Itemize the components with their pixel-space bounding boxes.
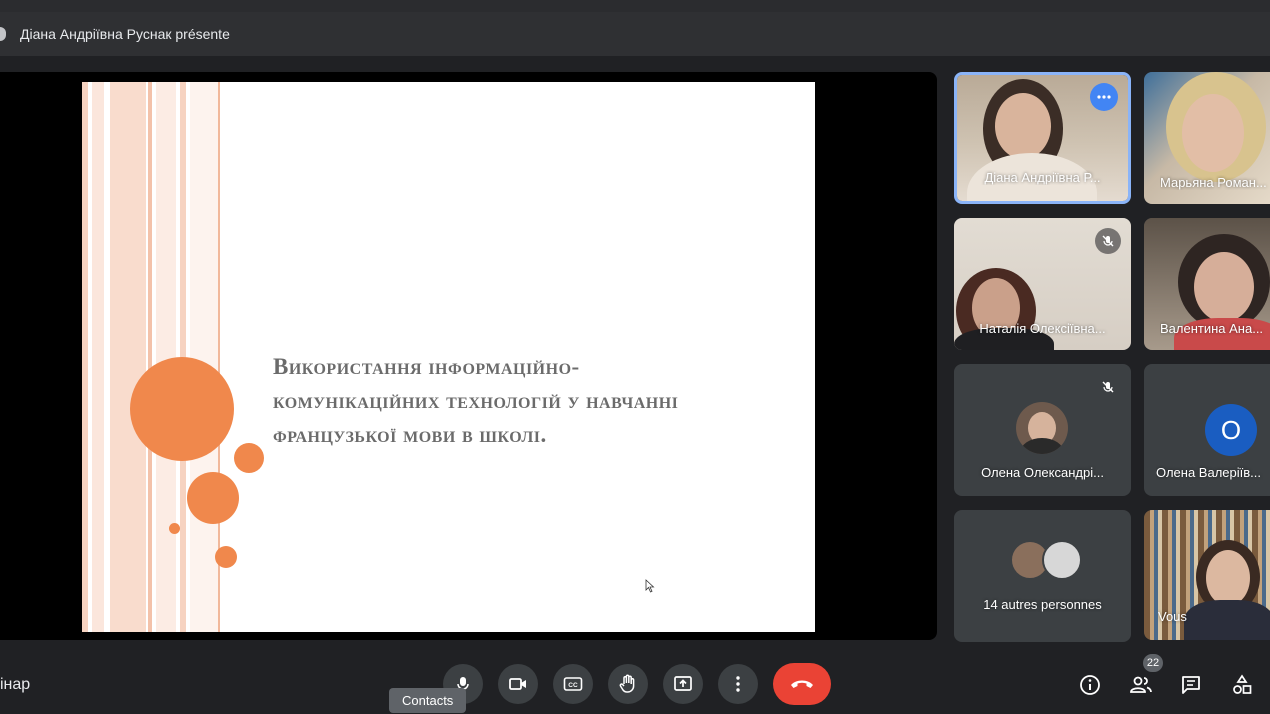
captions-icon: CC bbox=[563, 677, 583, 691]
present-button[interactable] bbox=[663, 664, 703, 704]
avatar-body bbox=[1020, 438, 1064, 454]
contacts-tooltip: Contacts bbox=[389, 688, 467, 713]
slide-stripe bbox=[148, 82, 152, 632]
participant-tile[interactable]: О Олена Валеріїв... bbox=[1144, 364, 1270, 496]
slide-stripe bbox=[82, 82, 88, 632]
others-label: 14 autres personnes bbox=[983, 597, 1102, 612]
activities-button[interactable] bbox=[1227, 670, 1257, 700]
participant-name: Олена Валеріїв... bbox=[1156, 465, 1261, 480]
participant-face bbox=[1194, 252, 1254, 322]
self-tile[interactable]: Vous bbox=[1144, 510, 1270, 640]
camera-icon bbox=[509, 678, 526, 690]
activities-icon bbox=[1233, 674, 1252, 694]
presenter-banner: Діана Андріївна Руснак présente bbox=[0, 12, 1270, 56]
participant-name: Наталія Олексіївна... bbox=[979, 321, 1106, 336]
more-options-button[interactable] bbox=[718, 664, 758, 704]
participant-tile[interactable]: Олена Олександрі... bbox=[954, 364, 1131, 496]
raise-hand-icon bbox=[619, 674, 635, 693]
decor-circle bbox=[187, 472, 239, 524]
presentation-stage[interactable]: Використання інформаційно-комунікаційних… bbox=[0, 72, 937, 640]
participant-tile[interactable]: Діана Андріївна Р... bbox=[954, 72, 1131, 204]
more-vert-icon bbox=[736, 676, 740, 692]
decor-circle bbox=[215, 546, 237, 568]
bottom-control-bar: інар CC Contacts 22 bbox=[0, 652, 1270, 714]
slide-stripe bbox=[190, 82, 220, 632]
chat-button[interactable] bbox=[1176, 670, 1206, 700]
end-call-icon bbox=[791, 680, 813, 688]
avatar bbox=[1042, 540, 1082, 580]
avatar: О bbox=[1205, 404, 1257, 456]
mouse-cursor-icon bbox=[645, 579, 655, 593]
participant-name: Олена Олександрі... bbox=[981, 465, 1104, 480]
decor-circle bbox=[169, 523, 180, 534]
camera-button[interactable] bbox=[498, 664, 538, 704]
participant-name: Vous bbox=[1158, 609, 1187, 624]
others-tile[interactable]: 14 autres personnes bbox=[954, 510, 1131, 642]
raise-hand-button[interactable] bbox=[608, 664, 648, 704]
more-options-icon[interactable] bbox=[1090, 83, 1118, 111]
participant-name: Валентина Ана... bbox=[1160, 321, 1264, 336]
meeting-title: інар bbox=[0, 676, 31, 693]
info-icon bbox=[1080, 675, 1100, 695]
slide-stripe bbox=[110, 82, 146, 632]
present-icon bbox=[674, 676, 692, 691]
slide-stripe bbox=[92, 82, 104, 632]
window-top-strip bbox=[0, 0, 1270, 12]
others-avatar-stack bbox=[1010, 540, 1082, 580]
mic-off-icon bbox=[1095, 374, 1121, 400]
participant-face bbox=[1182, 94, 1244, 172]
svg-text:CC: CC bbox=[568, 682, 578, 689]
people-icon bbox=[1130, 676, 1152, 693]
participant-name: Марьяна Роман... bbox=[1160, 175, 1267, 190]
participant-name: Діана Андріївна Р... bbox=[984, 170, 1101, 185]
end-call-button[interactable] bbox=[773, 663, 831, 705]
decor-circle bbox=[234, 443, 264, 473]
chat-icon bbox=[1182, 676, 1200, 694]
presented-slide: Використання інформаційно-комунікаційних… bbox=[82, 82, 815, 632]
pin-indicator-icon bbox=[0, 27, 6, 41]
avatar bbox=[1016, 402, 1068, 454]
participant-tile[interactable]: Марьяна Роман... bbox=[1144, 72, 1270, 204]
presenter-label: Діана Андріївна Руснак présente bbox=[20, 26, 230, 42]
participant-face bbox=[1206, 550, 1250, 606]
participant-face bbox=[995, 93, 1051, 159]
info-button[interactable] bbox=[1075, 670, 1105, 700]
participant-tile[interactable]: Наталія Олексіївна... bbox=[954, 218, 1131, 350]
decor-circle-large bbox=[130, 357, 234, 461]
participant-tile[interactable]: Валентина Ана... bbox=[1144, 218, 1270, 350]
people-button[interactable] bbox=[1126, 670, 1156, 700]
captions-button[interactable]: CC bbox=[553, 664, 593, 704]
slide-title: Використання інформаційно-комунікаційних… bbox=[273, 354, 679, 447]
mic-off-icon bbox=[1095, 228, 1121, 254]
